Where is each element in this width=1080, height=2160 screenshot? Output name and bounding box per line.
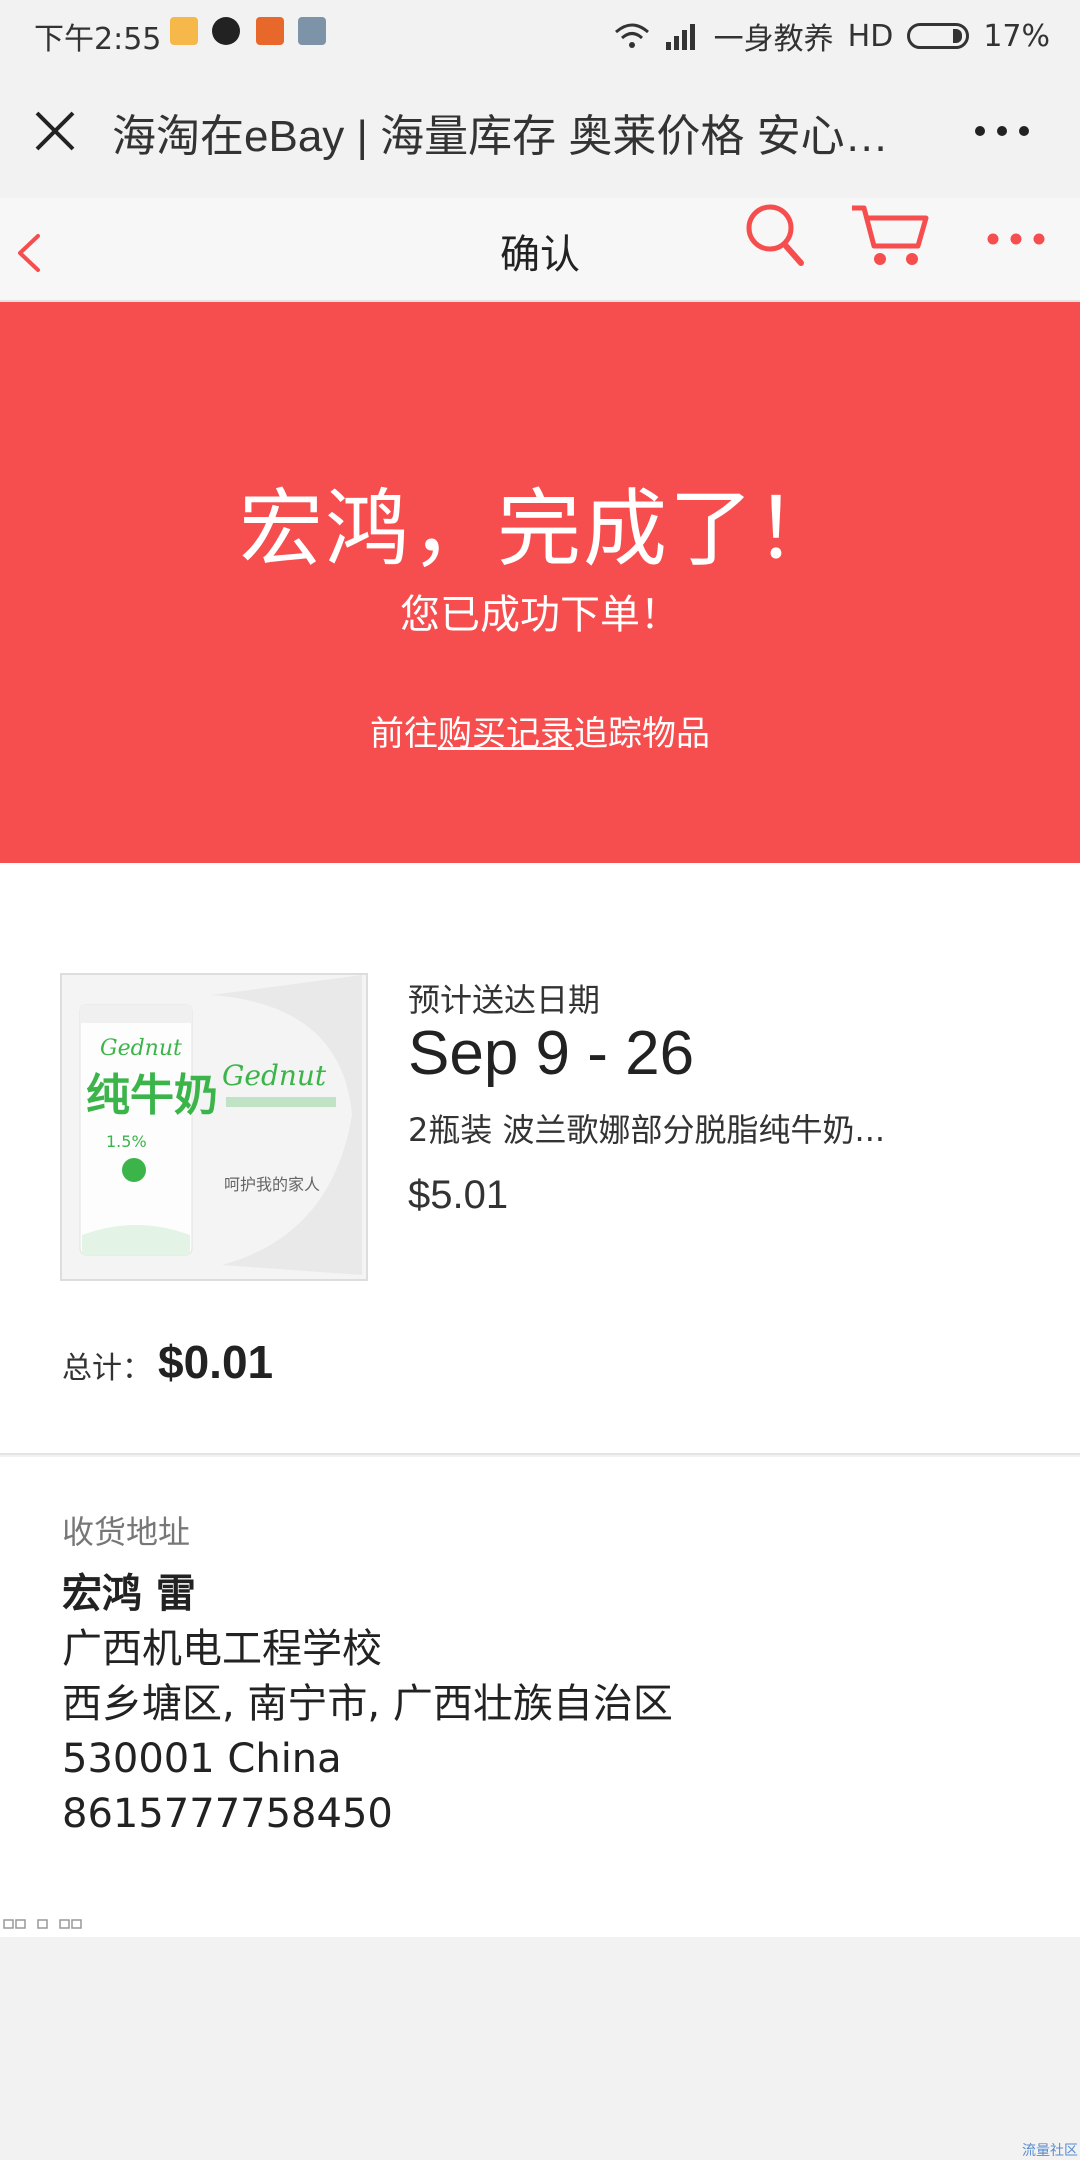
signal-icon	[665, 24, 695, 50]
wifi-icon	[614, 23, 649, 48]
status-time: 下午2:55	[34, 22, 162, 57]
address-block: 宏鸿 雷 广西机电工程学校 西乡塘区, 南宁市, 广西壮族自治区 530001 …	[62, 1567, 673, 1842]
qq-icon	[212, 17, 240, 45]
order-summary: Gednut 纯牛奶 1.5% Gednut 呵护我的家人 预计送达日期 Sep…	[0, 863, 1080, 1455]
more-horizontal-icon[interactable]	[986, 232, 1046, 246]
brand-text: Gednut	[100, 1036, 182, 1061]
estimated-delivery-date: Sep 9 - 26	[408, 1019, 695, 1088]
app-icon	[298, 17, 326, 45]
shipping-address: 收货地址 宏鸿 雷 广西机电工程学校 西乡塘区, 南宁市, 广西壮族自治区 53…	[0, 1457, 1080, 1937]
carrier-name: 一身教养	[713, 22, 834, 57]
slogan-text: 呵护我的家人	[224, 1175, 320, 1194]
more-horizontal-icon[interactable]	[974, 124, 1030, 138]
item-title[interactable]: 2瓶装 波兰歌娜部分脱脂纯牛奶...	[408, 1105, 968, 1151]
app-icon	[256, 17, 284, 45]
recipient-name: 宏鸿 雷	[62, 1571, 196, 1617]
cart-icon[interactable]	[850, 202, 930, 268]
brand-text: Gednut	[222, 1059, 327, 1092]
page-title: 海淘在eBay | 海量库存 奥莱价格 安心购物	[112, 112, 932, 161]
item-price: $5.01	[408, 1173, 509, 1217]
battery-icon	[907, 23, 970, 49]
success-banner: 宏鸿，完成了！ 您已成功下单！ 前往购买记录追踪物品	[0, 302, 1080, 863]
watermark: 流量社区	[1022, 2143, 1078, 2159]
battery-percent: 17%	[983, 18, 1050, 54]
total-label: 总计：	[62, 1351, 152, 1386]
order-total: 总计： $0.01	[62, 1335, 273, 1389]
notification-icon	[170, 17, 198, 45]
success-subtitle: 您已成功下单！	[400, 592, 680, 638]
network-type: HD	[847, 18, 894, 54]
fat-text: 1.5%	[106, 1132, 147, 1151]
track-message: 前往购买记录追踪物品	[0, 706, 1080, 755]
address-line-2: 西乡塘区, 南宁市, 广西壮族自治区	[62, 1681, 673, 1727]
estimated-delivery-label: 预计送达日期	[408, 981, 601, 1019]
footer-links-icon	[3, 1919, 82, 1929]
track-suffix: 追踪物品	[574, 714, 710, 754]
search-icon[interactable]	[744, 202, 806, 268]
status-bar: 下午2:55 一身教养 HD 17%	[0, 0, 1080, 66]
success-title: 宏鸿，完成了！	[238, 480, 841, 578]
shipping-heading: 收货地址	[62, 1513, 191, 1551]
total-value: $0.01	[158, 1336, 274, 1388]
address-line-1: 广西机电工程学校	[62, 1626, 382, 1672]
phone-number: 8615777758450	[62, 1791, 393, 1837]
product-main-text: 纯牛奶	[86, 1070, 218, 1121]
webview-title-bar: 海淘在eBay | 海量库存 奥莱价格 安心购物	[0, 66, 1080, 196]
product-image[interactable]: Gednut 纯牛奶 1.5% Gednut 呵护我的家人	[60, 973, 368, 1281]
address-line-3: 530001 China	[62, 1736, 342, 1782]
close-icon[interactable]	[30, 106, 80, 156]
purchase-history-link[interactable]: 购买记录	[438, 714, 574, 754]
track-prefix: 前往	[370, 714, 438, 754]
